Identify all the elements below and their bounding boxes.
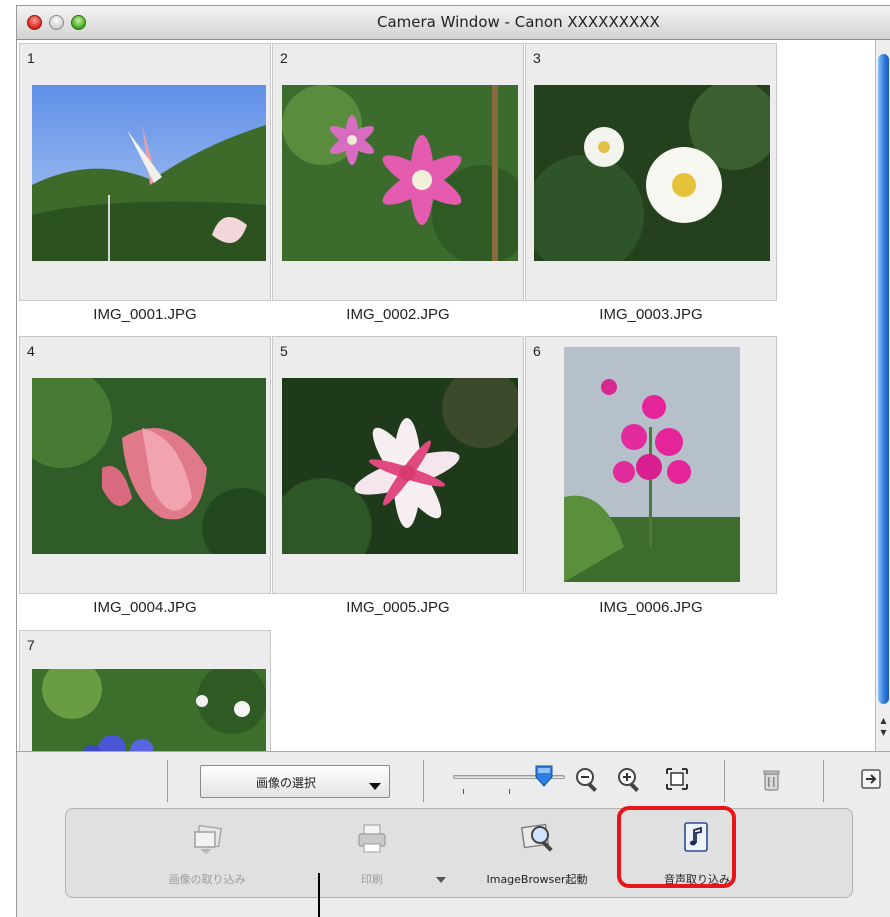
imagebrowser-label: ImageBrowser起動 xyxy=(486,873,588,886)
toolbar-separator xyxy=(724,760,725,802)
callout-highlight-box xyxy=(617,806,736,888)
thumbnail-number: 5 xyxy=(280,343,288,359)
thumbnail-item[interactable]: 5 xyxy=(272,336,524,594)
imagebrowser-launch-button[interactable]: ImageBrowser起動 xyxy=(462,809,612,897)
thumbnail-filename: IMG_0004.JPG xyxy=(93,599,197,616)
view-toolbar: 画像の選択 xyxy=(17,751,890,811)
camera-window: Camera Window - Canon XXXXXXXXX 1 IMG_00… xyxy=(16,5,890,917)
thumbnail-item[interactable]: 2 xyxy=(272,43,524,301)
photo-image xyxy=(282,85,518,261)
thumbnail-item[interactable]: 3 xyxy=(525,43,777,301)
image-selection-label: 画像の選択 xyxy=(255,776,316,790)
zoom-in-icon[interactable] xyxy=(617,767,643,793)
thumbnail-item[interactable]: 1 xyxy=(19,43,271,301)
trash-icon[interactable] xyxy=(761,768,783,792)
import-images-icon xyxy=(194,824,222,854)
zoom-window-button[interactable] xyxy=(71,15,86,30)
print-button[interactable]: 印刷 xyxy=(312,809,432,897)
thumbnail-filename: IMG_0006.JPG xyxy=(599,599,703,616)
photo-image xyxy=(32,378,266,554)
thumbnail-number: 3 xyxy=(533,50,541,66)
thumbnail-filename: IMG_0003.JPG xyxy=(599,306,703,323)
export-icon[interactable] xyxy=(861,769,881,789)
thumbnail-filename: IMG_0002.JPG xyxy=(346,306,450,323)
thumbnail-number: 6 xyxy=(533,343,541,359)
slider-tick xyxy=(509,789,510,794)
slider-knob[interactable] xyxy=(535,765,553,787)
printer-icon xyxy=(358,824,386,853)
toolbar-separator xyxy=(823,760,824,802)
thumbnail-number: 4 xyxy=(27,343,35,359)
photo-image xyxy=(534,85,770,261)
thumbnail-number: 2 xyxy=(280,50,288,66)
photo-image xyxy=(282,378,518,554)
thumbnail-number: 1 xyxy=(27,50,35,66)
thumbnail-grid[interactable]: 1 IMG_0001.JPG 2 IMG_0002.JPG 3 IMG_0003… xyxy=(17,40,875,751)
window-title: Camera Window - Canon XXXXXXXXX xyxy=(377,13,660,31)
callout-pointer-line xyxy=(318,873,320,917)
thumbnail-filename: IMG_0001.JPG xyxy=(93,306,197,323)
thumbnail-filename: IMG_0005.JPG xyxy=(346,599,450,616)
title-bar: Camera Window - Canon XXXXXXXXX xyxy=(17,6,890,40)
zoom-out-icon[interactable] xyxy=(575,767,601,793)
thumbnail-number: 7 xyxy=(27,637,35,653)
image-selection-dropdown[interactable]: 画像の選択 xyxy=(200,765,390,798)
photo-image xyxy=(32,669,266,751)
chevron-down-icon xyxy=(369,783,381,790)
scroll-up-arrow-icon[interactable]: ▲ xyxy=(878,716,889,726)
thumbnail-item[interactable]: 6 xyxy=(525,336,777,594)
print-options-chevron-down-icon[interactable] xyxy=(436,877,446,883)
imagebrowser-icon xyxy=(520,823,553,852)
print-label: 印刷 xyxy=(361,873,383,886)
photo-image xyxy=(564,347,740,582)
minimize-window-button[interactable] xyxy=(49,15,64,30)
vertical-scrollbar[interactable]: ▲ ▼ xyxy=(875,40,890,751)
import-images-button[interactable]: 画像の取り込み xyxy=(132,809,282,897)
toolbar-separator xyxy=(423,760,424,802)
thumbnail-item[interactable]: 4 xyxy=(19,336,271,594)
slider-tick xyxy=(463,789,464,794)
close-window-button[interactable] xyxy=(27,15,42,30)
scrollbar-thumb[interactable] xyxy=(878,54,889,704)
scroll-down-arrow-icon[interactable]: ▼ xyxy=(878,728,889,738)
thumbnail-size-slider[interactable] xyxy=(453,762,568,798)
photo-image xyxy=(32,85,266,261)
thumbnail-item[interactable]: 7 xyxy=(19,630,271,751)
fit-view-icon[interactable] xyxy=(665,767,689,791)
toolbar-separator xyxy=(167,760,168,802)
import-images-label: 画像の取り込み xyxy=(168,873,246,886)
